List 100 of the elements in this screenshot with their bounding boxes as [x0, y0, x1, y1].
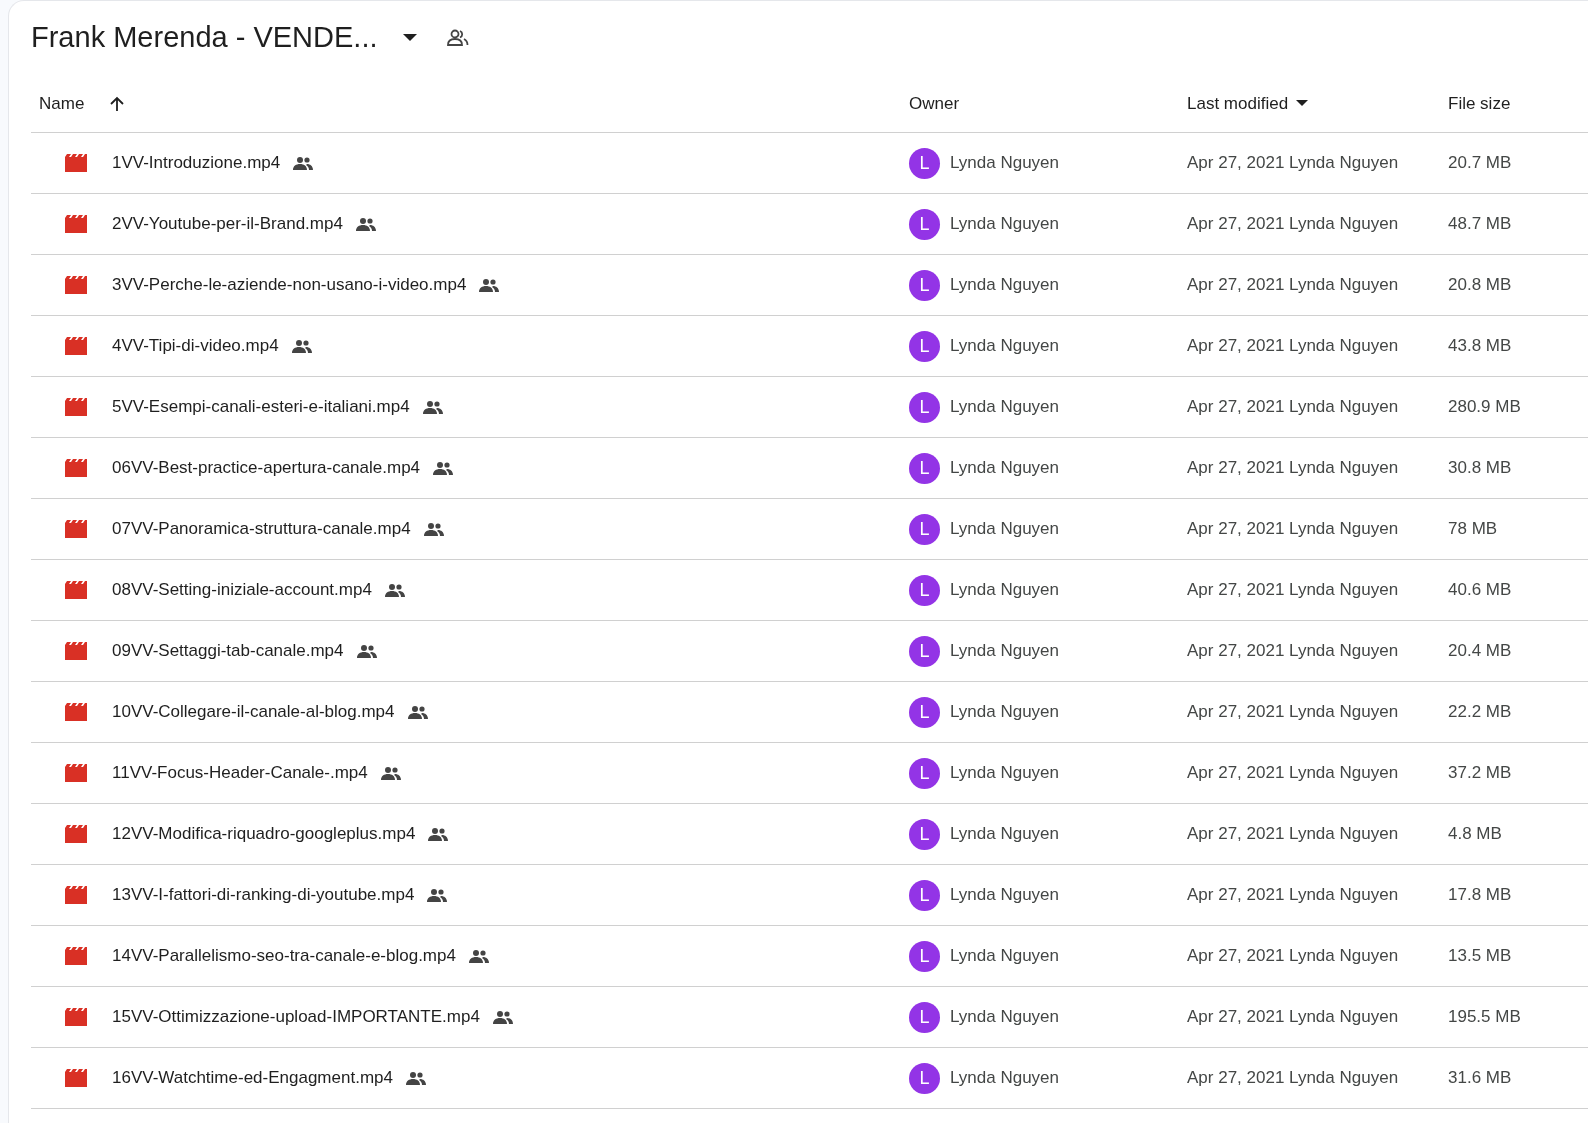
owner-avatar: L	[909, 696, 940, 728]
column-header[interactable]: File size	[1448, 90, 1511, 117]
file-size: 20.8 MB	[1448, 274, 1513, 297]
file-name[interactable]: 16VV-Watchtime-ed-Engagment.mp4	[112, 1065, 393, 1091]
file-name[interactable]: 12VV-Modifica-riquadro-googleplus.mp4	[112, 821, 416, 847]
file-name[interactable]: 06VV-Best-practice-apertura-canale.mp4	[112, 455, 421, 481]
owner-name: Lynda Nguyen	[950, 335, 1059, 358]
shared-people-icon	[467, 949, 490, 963]
video-file-icon	[65, 459, 87, 477]
video-file-icon	[65, 703, 87, 721]
owner-avatar: L	[909, 574, 940, 606]
video-file-icon	[65, 642, 87, 660]
file-name[interactable]: 1VV-Introduzione.mp4	[112, 150, 281, 176]
file-name[interactable]: 3VV-Perche-le-aziende-non-usano-i-video.mp4	[112, 272, 467, 298]
modified-date: Apr 27, 2021 Lynda Nguyen	[1187, 823, 1400, 846]
file-size: 13.5 MB	[1448, 945, 1513, 968]
file-size: 20.4 MB	[1448, 640, 1513, 663]
file-size: 37.2 MB	[1448, 762, 1513, 785]
file-name[interactable]: 07VV-Panoramica-struttura-canale.mp4	[112, 516, 411, 542]
file-size: 43.8 MB	[1448, 335, 1513, 358]
owner-avatar: L	[909, 879, 940, 911]
shared-people-icon	[383, 583, 406, 597]
file-name[interactable]: 14VV-Parallelismo-seo-tra-canale-e-blog.mp4	[112, 943, 456, 969]
shared-people-icon	[426, 888, 449, 902]
video-file-icon	[65, 581, 87, 599]
owner-avatar: L	[909, 1001, 940, 1033]
file-name[interactable]: 10VV-Collegare-il-canale-al-blog.mp4	[112, 699, 395, 725]
owner-name: Lynda Nguyen	[950, 945, 1059, 968]
owner-avatar: L	[909, 1062, 940, 1094]
owner-name: Lynda Nguyen	[950, 701, 1059, 724]
owner-name: Lynda Nguyen	[950, 884, 1059, 907]
file-name[interactable]: 11VV-Focus-Header-Canale-.mp4	[112, 760, 368, 786]
modified-date: Apr 27, 2021 Lynda Nguyen	[1187, 152, 1400, 175]
folder-title: Frank Merenda - VENDE...	[31, 20, 378, 56]
owner-name: Lynda Nguyen	[950, 640, 1059, 663]
video-file-icon	[65, 1008, 87, 1026]
owner-avatar: L	[909, 147, 940, 179]
file-name[interactable]: 13VV-I-fattori-di-ranking-di-youtube.mp4	[112, 882, 415, 908]
owner-name: Lynda Nguyen	[950, 1067, 1059, 1090]
modified-date: Apr 27, 2021 Lynda Nguyen	[1187, 945, 1400, 968]
owner-avatar: L	[909, 452, 940, 484]
modified-date: Apr 27, 2021 Lynda Nguyen	[1187, 640, 1400, 663]
owner-avatar: L	[909, 208, 940, 240]
shared-people-icon	[290, 339, 313, 353]
file-name[interactable]: 15VV-Ottimizzazione-upload-IMPORTANTE.mp4	[112, 1004, 480, 1030]
file-size: 31.6 MB	[1448, 1067, 1513, 1090]
owner-avatar: L	[909, 940, 940, 972]
modified-date: Apr 27, 2021 Lynda Nguyen	[1187, 396, 1400, 419]
owner-name: Lynda Nguyen	[950, 579, 1059, 602]
file-size: 20.7 MB	[1448, 152, 1513, 175]
file-size: 4.8 MB	[1448, 823, 1503, 846]
file-name[interactable]: 2VV-Youtube-per-il-Brand.mp4	[112, 211, 343, 237]
owner-name: Lynda Nguyen	[950, 823, 1059, 846]
column-header[interactable]: Owner	[909, 90, 960, 117]
video-file-icon	[65, 825, 87, 843]
modified-date: Apr 27, 2021 Lynda Nguyen	[1187, 335, 1400, 358]
file-name[interactable]: 4VV-Tipi-di-video.mp4	[112, 333, 279, 359]
video-file-icon	[65, 337, 87, 355]
shared-people-icon	[404, 1071, 427, 1085]
video-file-icon	[65, 276, 87, 294]
sort-ascending-arrow-icon[interactable]	[110, 95, 125, 112]
video-file-icon	[65, 1069, 87, 1087]
file-size: 78 MB	[1448, 518, 1499, 541]
shared-people-icon	[422, 522, 445, 536]
modified-date: Apr 27, 2021 Lynda Nguyen	[1187, 518, 1400, 541]
video-file-icon	[65, 215, 87, 233]
modified-date: Apr 27, 2021 Lynda Nguyen	[1187, 762, 1400, 785]
modified-date: Apr 27, 2021 Lynda Nguyen	[1187, 213, 1400, 236]
modified-date: Apr 27, 2021 Lynda Nguyen	[1187, 1067, 1400, 1090]
shared-people-icon	[491, 1010, 514, 1024]
modified-date: Apr 27, 2021 Lynda Nguyen	[1187, 579, 1400, 602]
shared-people-icon	[421, 400, 444, 414]
column-header[interactable]: Name	[39, 90, 85, 117]
video-file-icon	[65, 886, 87, 904]
owner-avatar: L	[909, 513, 940, 545]
owner-avatar: L	[909, 757, 940, 789]
owner-name: Lynda Nguyen	[950, 274, 1059, 297]
owner-name: Lynda Nguyen	[950, 1006, 1059, 1029]
owner-name: Lynda Nguyen	[950, 213, 1059, 236]
file-name[interactable]: 08VV-Setting-iniziale-account.mp4	[112, 577, 372, 603]
file-size: 30.8 MB	[1448, 457, 1513, 480]
shared-people-icon	[379, 766, 402, 780]
shared-people-icon	[354, 217, 377, 231]
caret-icon[interactable]	[1296, 100, 1309, 107]
shared-people-icon	[292, 156, 315, 170]
column-header[interactable]: Last modified	[1187, 90, 1289, 117]
video-file-icon	[65, 398, 87, 416]
owner-avatar: L	[909, 818, 940, 850]
modified-date: Apr 27, 2021 Lynda Nguyen	[1187, 274, 1400, 297]
modified-date: Apr 27, 2021 Lynda Nguyen	[1187, 884, 1400, 907]
file-name[interactable]: 5VV-Esempi-canali-esteri-e-italiani.mp4	[112, 394, 410, 420]
file-name[interactable]: 09VV-Settaggi-tab-canale.mp4	[112, 638, 344, 664]
shared-people-icon	[427, 827, 450, 841]
file-size: 48.7 MB	[1448, 213, 1513, 236]
owner-name: Lynda Nguyen	[950, 762, 1059, 785]
file-size: 22.2 MB	[1448, 701, 1513, 724]
file-size: 280.9 MB	[1448, 396, 1522, 419]
owner-name: Lynda Nguyen	[950, 518, 1059, 541]
shared-people-icon	[478, 278, 501, 292]
video-file-icon	[65, 154, 87, 172]
